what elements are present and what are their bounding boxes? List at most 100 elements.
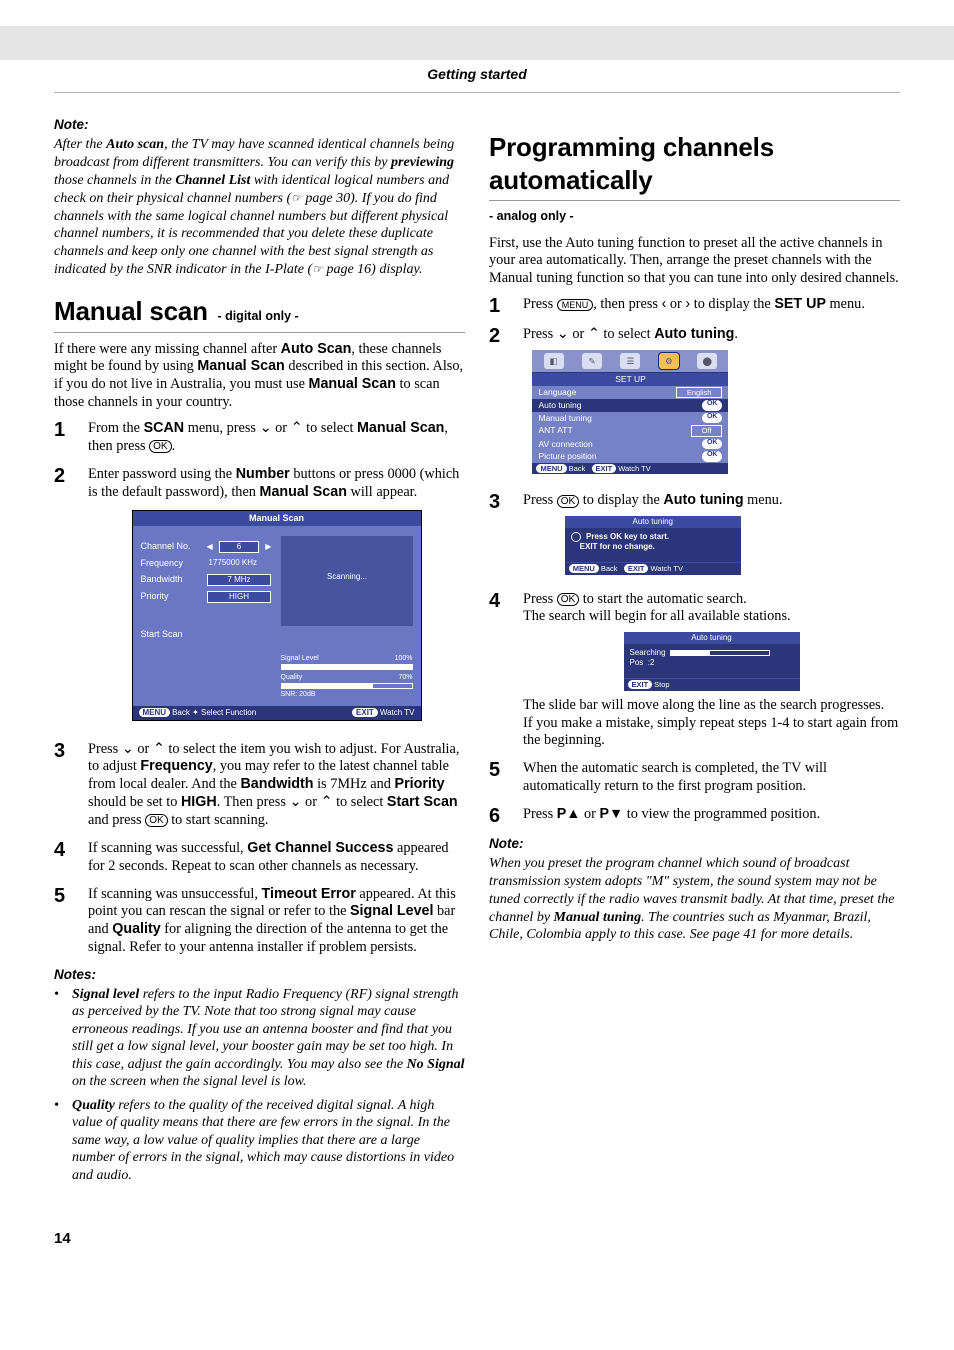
signal-level-label: Signal Level: [281, 655, 319, 664]
note-signal-level: • Signal level refers to the input Radio…: [54, 986, 465, 1091]
mini1-title: Auto tuning: [565, 516, 741, 528]
manual-scan-osd: Manual Scan Channel No.◀6▶ Frequency1775…: [132, 510, 422, 721]
mini2-title: Auto tuning: [624, 632, 800, 644]
mini1-line1: Press OK key to start.: [586, 532, 669, 541]
quality-bar: [281, 683, 413, 689]
ant-att-label: ANT ATT: [538, 425, 572, 436]
page-number: 14: [54, 1230, 954, 1247]
priority-label: Priority: [141, 591, 201, 602]
ok-pill: OK: [702, 400, 723, 411]
language-value: English: [676, 387, 723, 398]
exit-pill: EXIT: [624, 564, 649, 573]
pos-label: Pos: [630, 658, 644, 667]
exit-pill: EXIT: [628, 680, 653, 689]
snr-label: SNR: 20dB: [281, 691, 316, 700]
ok-pill: OK: [702, 451, 723, 462]
auto-scan-note: After the Auto scan, the TV may have sca…: [54, 136, 465, 279]
updown-arrow-icon: [571, 532, 581, 542]
top-grey-bar: [0, 26, 954, 60]
r-step-4b: The search will begin for all available …: [523, 608, 791, 624]
mini1-line2: EXIT for no change.: [580, 542, 655, 551]
pos-value: :2: [648, 658, 655, 667]
analog-only-sub: - analog only -: [489, 209, 900, 225]
r-step-6: 6 Press P▲ or P▼ to view the programmed …: [489, 806, 900, 826]
quality-value: 70%: [398, 674, 412, 683]
step-5: 5 If scanning was unsuccessful, Timeout …: [54, 886, 465, 957]
footer-back: Back: [172, 708, 190, 717]
channel-no-value: 6: [219, 541, 260, 553]
auto-tuning-item: Auto tuning: [538, 400, 581, 411]
footer-stop: Stop: [654, 680, 669, 689]
manual-scan-intro: If there were any missing channel after …: [54, 341, 465, 412]
programming-intro: First, use the Auto tuning function to p…: [489, 235, 900, 289]
quality-label: Quality: [281, 674, 303, 683]
manual-tuning-item: Manual tuning: [538, 413, 591, 424]
bandwidth-value: 7 MHz: [207, 574, 272, 586]
searching-label: Searching: [630, 648, 666, 657]
setup-osd: ◧ ✎ ☰ ⚙ ⬤ SET UP LanguageEnglish Auto tu…: [532, 350, 728, 474]
note-heading-right: Note:: [489, 836, 900, 853]
scanning-panel: Scanning...: [281, 536, 412, 626]
progress-bar: [670, 650, 770, 656]
step-1: 1 From the SCAN menu, press ⌄ or ⌃ to se…: [54, 420, 465, 456]
manual-scan-subhead: - digital only -: [211, 309, 298, 323]
footer-select: Select Function: [201, 708, 256, 717]
step-3: 3 Press ⌄ or ⌃ to select the item you wi…: [54, 741, 465, 830]
menu-pill: MENU: [536, 464, 566, 473]
setup-tab-icon: ◧: [544, 353, 564, 369]
programming-heading: Programming channels automatically: [489, 131, 900, 196]
menu-pill: MENU: [569, 564, 599, 573]
menu-pill: MENU: [139, 708, 171, 717]
ant-att-value: Off: [691, 425, 723, 436]
start-scan-label: Start Scan: [141, 629, 201, 640]
r-step-1: 1 Press MENU, then press ‹ or › to displ…: [489, 296, 900, 316]
channel-no-label: Channel No.: [141, 541, 201, 552]
av-connection-item: AV connection: [538, 439, 592, 450]
ok-icon: OK: [145, 814, 167, 827]
footer-watch: Watch TV: [650, 564, 683, 573]
page: Getting started Note: After the Auto sca…: [0, 26, 954, 1287]
setup-tab-icon-selected: ⚙: [659, 353, 679, 369]
exit-pill: EXIT: [592, 464, 617, 473]
osd-title: Manual Scan: [133, 511, 421, 526]
language-label: Language: [538, 387, 576, 398]
r-step-3: 3 Press OK to display the Auto tuning me…: [489, 492, 900, 580]
ok-icon: OK: [557, 495, 579, 508]
footer-back: Back: [601, 564, 618, 573]
left-column: Note: After the Auto scan, the TV may ha…: [54, 117, 465, 1190]
r-step-4c: The slide bar will move along the line a…: [523, 697, 884, 713]
footer-back: Back: [569, 464, 586, 473]
priority-value: HIGH: [207, 591, 272, 603]
right-note: When you preset the program channel whic…: [489, 855, 900, 945]
signal-level-bar: [281, 664, 413, 670]
setup-tab-icon: ☰: [620, 353, 640, 369]
bandwidth-label: Bandwidth: [141, 574, 201, 585]
step-4: 4 If scanning was successful, Get Channe…: [54, 840, 465, 876]
ok-pill: OK: [702, 439, 723, 450]
r-step-5: 5 When the automatic search is completed…: [489, 760, 900, 796]
section-header: Getting started: [54, 60, 900, 93]
setup-tab-icon: ✎: [582, 353, 602, 369]
footer-watch: Watch TV: [618, 464, 651, 473]
notes-heading: Notes:: [54, 967, 465, 984]
signal-level-value: 100%: [395, 655, 413, 664]
ok-icon: OK: [149, 440, 171, 453]
frequency-label: Frequency: [141, 558, 201, 569]
r-step-4d: If you make a mistake, simply repeat ste…: [523, 715, 898, 749]
frequency-value: 1775000 KHz: [207, 558, 272, 568]
footer-watch: Watch TV: [380, 708, 415, 717]
auto-tuning-osd-1: Auto tuning Press OK key to start. EXIT …: [565, 516, 741, 574]
menu-icon: MENU: [557, 299, 594, 312]
note-quality: • Quality refers to the quality of the r…: [54, 1097, 465, 1185]
right-column: Programming channels automatically - ana…: [489, 117, 900, 1190]
auto-tuning-osd-2: Auto tuning Searching Pos :2 EXITStop: [624, 632, 800, 690]
manual-scan-heading: Manual scan: [54, 296, 208, 326]
ok-pill: OK: [702, 413, 723, 424]
setup-tab-icon: ⬤: [697, 353, 717, 369]
step-2: 2 Enter password using the Number button…: [54, 466, 465, 731]
exit-pill: EXIT: [352, 708, 378, 717]
picture-position-item: Picture position: [538, 451, 596, 462]
note-heading: Note:: [54, 117, 465, 134]
r-step-4: 4 Press OK to start the automatic search…: [489, 591, 900, 751]
ok-icon: OK: [557, 593, 579, 606]
